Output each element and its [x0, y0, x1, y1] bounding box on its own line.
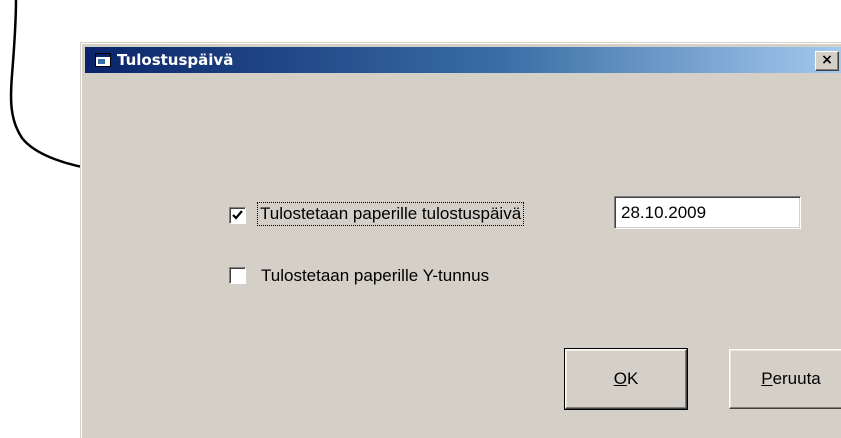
print-date-field[interactable]: 28.10.2009 [614, 196, 801, 229]
close-button[interactable]: × [815, 51, 839, 71]
checkmark-icon [232, 210, 243, 220]
print-business-id-checkbox[interactable] [229, 267, 246, 284]
screenshot-stage: Tulostuspäivä × Tulostetaan paperille tu… [0, 0, 841, 438]
ok-mnemonic: O [613, 369, 627, 388]
cancel-mnemonic: P [761, 369, 773, 388]
close-icon: × [821, 52, 833, 68]
print-business-id-label[interactable]: Tulostetaan paperille Y-tunnus [261, 265, 489, 287]
cancel-label-rest: eruuta [772, 369, 821, 388]
window-icon [95, 53, 111, 67]
cancel-button[interactable]: Peruuta [729, 349, 841, 409]
print-date-label[interactable]: Tulostetaan paperille tulostuspäivä [256, 202, 525, 226]
ok-label-rest: K [626, 369, 639, 388]
ok-button[interactable]: OK [564, 348, 688, 410]
title-bar[interactable]: Tulostuspäivä [85, 47, 841, 73]
print-date-dialog: Tulostuspäivä × Tulostetaan paperille tu… [80, 42, 841, 438]
dialog-title: Tulostuspäivä [117, 51, 234, 69]
print-date-checkbox[interactable] [229, 207, 246, 224]
